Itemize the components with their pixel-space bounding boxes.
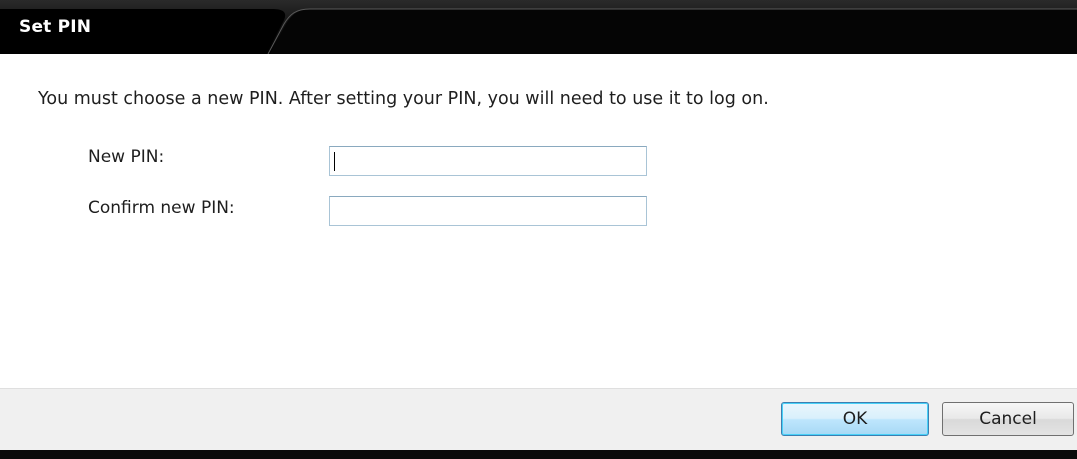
dialog-title: Set PIN [19, 17, 92, 37]
new-pin-input[interactable] [329, 146, 647, 176]
text-cursor [334, 152, 335, 171]
instruction-message: You must choose a new PIN. After setting… [38, 89, 769, 109]
confirm-pin-label: Confirm new PIN: [88, 198, 235, 218]
ok-button[interactable]: OK [781, 402, 929, 436]
set-pin-dialog: Set PIN You must choose a new PIN. After… [0, 0, 1077, 459]
cancel-button[interactable]: Cancel [942, 402, 1074, 436]
window-bottom-border [0, 450, 1077, 459]
confirm-pin-input[interactable] [329, 196, 647, 226]
new-pin-label: New PIN: [88, 147, 165, 167]
title-tab-shape [0, 8, 1077, 54]
title-bar: Set PIN [0, 0, 1077, 54]
